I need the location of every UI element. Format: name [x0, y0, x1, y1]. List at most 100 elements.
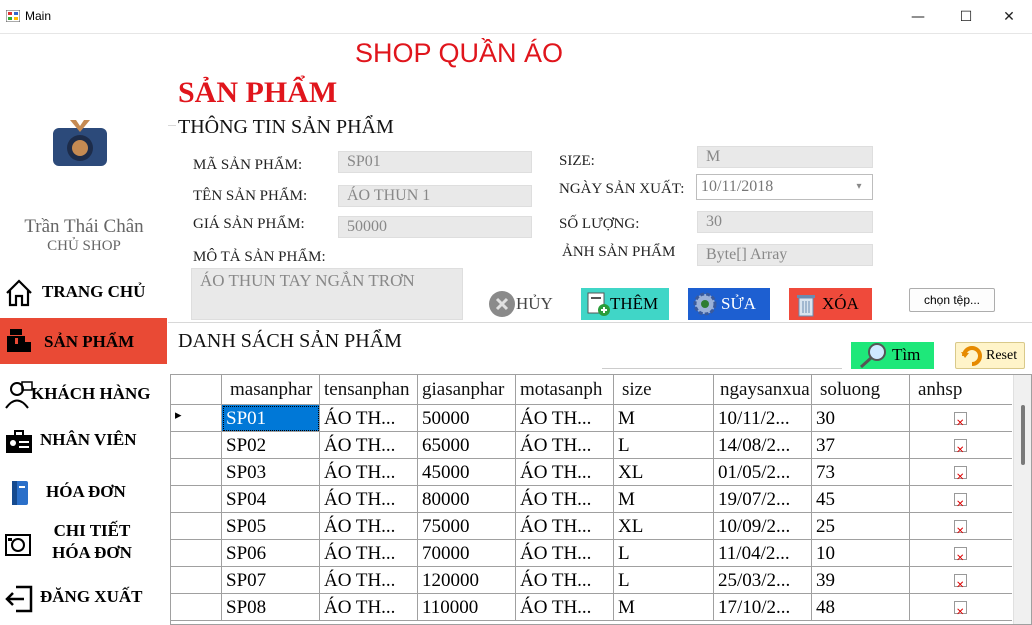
table-cell-image[interactable] — [910, 513, 1012, 540]
product-price-field[interactable]: 50000 — [338, 216, 532, 238]
table-cell-image[interactable] — [910, 594, 1012, 621]
row-header[interactable] — [171, 540, 222, 567]
close-button[interactable]: ✕ — [986, 0, 1032, 34]
table-cell[interactable]: ÁO TH... — [516, 513, 614, 540]
table-cell[interactable]: M — [614, 594, 714, 621]
column-header[interactable]: size — [614, 375, 714, 405]
nav-item-products[interactable]: SẢN PHẨM — [0, 318, 167, 364]
table-cell-image[interactable] — [910, 459, 1012, 486]
column-header[interactable]: anhsp — [910, 375, 1012, 405]
table-cell[interactable]: 50000 — [418, 405, 516, 432]
table-row[interactable]: SP04 ÁO TH... 80000 ÁO TH... M 19/07/2... 45 — [171, 486, 1031, 513]
table-cell[interactable]: ÁO TH... — [516, 486, 614, 513]
table-cell[interactable]: XL — [614, 513, 714, 540]
table-cell[interactable]: 65000 — [418, 432, 516, 459]
table-cell[interactable]: 48 — [812, 594, 910, 621]
row-header[interactable] — [171, 432, 222, 459]
table-cell[interactable]: SP05 — [222, 513, 320, 540]
table-cell[interactable]: 10/11/2... — [714, 405, 812, 432]
quantity-field[interactable]: 30 — [697, 211, 873, 233]
table-row[interactable]: SP06 ÁO TH... 70000 ÁO TH... L 11/04/2... 10 — [171, 540, 1031, 567]
table-cell[interactable]: ÁO TH... — [320, 486, 418, 513]
row-header[interactable] — [171, 459, 222, 486]
table-cell[interactable]: L — [614, 432, 714, 459]
table-cell[interactable]: ÁO TH... — [516, 432, 614, 459]
table-cell[interactable]: SP06 — [222, 540, 320, 567]
table-cell[interactable]: SP01 — [222, 405, 320, 432]
table-cell[interactable]: 70000 — [418, 540, 516, 567]
table-cell[interactable]: 10/09/2... — [714, 513, 812, 540]
table-cell[interactable]: ÁO TH... — [516, 459, 614, 486]
edit-button[interactable]: SỬA — [688, 288, 770, 320]
table-row[interactable]: SP07 ÁO TH... 120000 ÁO TH... L 25/03/2... 39 — [171, 567, 1031, 594]
row-header[interactable] — [171, 513, 222, 540]
table-row[interactable]: SP02 ÁO TH... 65000 ÁO TH... L 14/08/2... 37 — [171, 432, 1031, 459]
table-row[interactable]: SP03 ÁO TH... 45000 ÁO TH... XL 01/05/2... 73 — [171, 459, 1031, 486]
table-cell[interactable]: 30 — [812, 405, 910, 432]
table-cell[interactable]: 120000 — [418, 567, 516, 594]
products-grid[interactable]: masanphar tensanphan giasanphar motasanp… — [170, 374, 1032, 625]
table-cell[interactable]: ÁO TH... — [320, 594, 418, 621]
nav-item-customers[interactable]: KHÁCH HÀNG — [0, 372, 167, 416]
product-name-field[interactable]: ÁO THUN 1 — [338, 185, 532, 207]
table-cell[interactable]: XL — [614, 459, 714, 486]
table-cell-image[interactable] — [910, 432, 1012, 459]
manufacture-date-picker[interactable]: 10/11/2018 ▾ — [696, 174, 873, 200]
product-desc-textarea[interactable]: ÁO THUN TAY NGẮN TRƠN — [191, 268, 463, 320]
maximize-button[interactable]: ☐ — [943, 0, 989, 34]
nav-item-home[interactable]: TRANG CHỦ — [0, 270, 167, 314]
table-cell[interactable]: 45 — [812, 486, 910, 513]
table-cell[interactable]: ÁO TH... — [516, 405, 614, 432]
table-cell[interactable]: SP03 — [222, 459, 320, 486]
calendar-dropdown-icon[interactable]: ▾ — [846, 175, 872, 199]
column-header[interactable]: masanphar — [222, 375, 320, 405]
nav-item-invoice-details[interactable]: CHI TIẾT HÓA ĐƠN — [0, 518, 167, 574]
nav-item-employees[interactable]: NHÂN VIÊN — [0, 420, 167, 464]
table-cell[interactable]: ÁO TH... — [516, 540, 614, 567]
table-cell-image[interactable] — [910, 405, 1012, 432]
table-cell-image[interactable] — [910, 486, 1012, 513]
row-header[interactable] — [171, 486, 222, 513]
table-cell[interactable]: L — [614, 540, 714, 567]
choose-file-button[interactable]: chọn tệp... — [909, 288, 995, 312]
table-cell[interactable]: ÁO TH... — [320, 540, 418, 567]
table-row[interactable]: SP05 ÁO TH... 75000 ÁO TH... XL 10/09/2... 25 — [171, 513, 1031, 540]
nav-item-logout[interactable]: ĐĂNG XUẤT — [0, 576, 167, 620]
delete-button[interactable]: XÓA — [789, 288, 872, 320]
search-button[interactable]: Tìm — [851, 342, 934, 369]
table-cell[interactable]: ÁO TH... — [320, 405, 418, 432]
table-cell[interactable]: 80000 — [418, 486, 516, 513]
table-cell[interactable]: 19/07/2... — [714, 486, 812, 513]
table-cell[interactable]: 45000 — [418, 459, 516, 486]
table-cell[interactable]: M — [614, 486, 714, 513]
add-button[interactable]: THÊM — [581, 288, 669, 320]
table-cell[interactable]: ÁO TH... — [516, 594, 614, 621]
table-cell[interactable]: SP07 — [222, 567, 320, 594]
table-cell[interactable]: ÁO TH... — [320, 459, 418, 486]
column-header[interactable]: giasanphar — [418, 375, 516, 405]
column-header[interactable]: soluong — [812, 375, 910, 405]
table-cell[interactable]: 75000 — [418, 513, 516, 540]
grid-vertical-scrollbar[interactable] — [1013, 375, 1031, 624]
table-cell[interactable]: ÁO TH... — [320, 432, 418, 459]
table-cell[interactable]: SP08 — [222, 594, 320, 621]
column-header[interactable]: tensanphan — [320, 375, 418, 405]
table-cell[interactable]: ÁO TH... — [516, 567, 614, 594]
table-cell[interactable]: 73 — [812, 459, 910, 486]
row-header[interactable] — [171, 594, 222, 621]
table-row[interactable]: ▸ SP01 ÁO TH... 50000 ÁO TH... M 10/11/2... 30 — [171, 405, 1031, 432]
table-cell[interactable]: 25/03/2... — [714, 567, 812, 594]
nav-item-invoices[interactable]: HÓA ĐƠN — [0, 470, 167, 514]
reset-button[interactable]: Reset — [955, 342, 1025, 369]
table-cell[interactable]: 37 — [812, 432, 910, 459]
product-id-field[interactable]: SP01 — [338, 151, 532, 173]
product-image-field[interactable]: Byte[] Array — [697, 244, 873, 266]
table-cell[interactable]: 25 — [812, 513, 910, 540]
table-cell[interactable]: SP02 — [222, 432, 320, 459]
table-cell[interactable]: 10 — [812, 540, 910, 567]
table-cell[interactable]: 11/04/2... — [714, 540, 812, 567]
table-cell[interactable]: SP04 — [222, 486, 320, 513]
table-cell[interactable]: 39 — [812, 567, 910, 594]
table-cell-image[interactable] — [910, 540, 1012, 567]
column-header[interactable]: ngaysanxua — [714, 375, 812, 405]
